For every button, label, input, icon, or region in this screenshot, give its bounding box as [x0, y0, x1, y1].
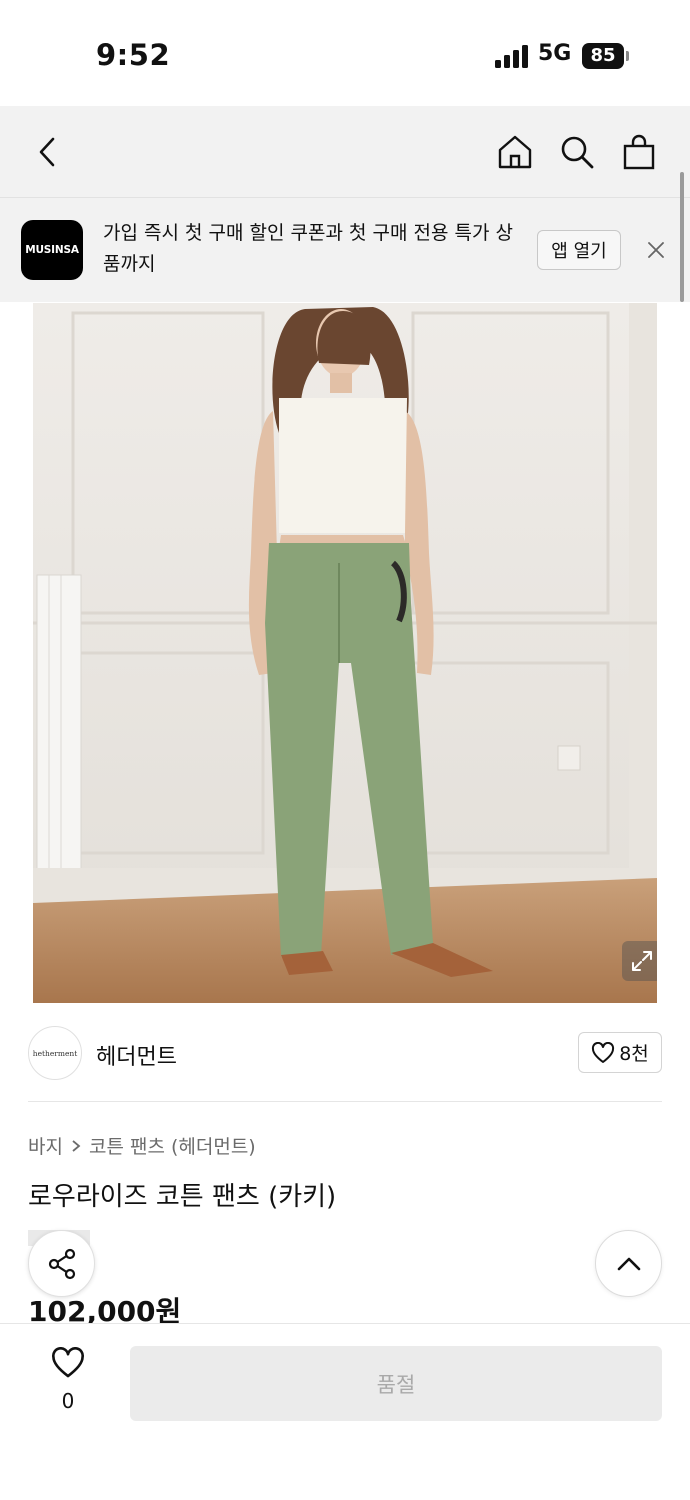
- battery-tip: [626, 51, 629, 61]
- home-icon[interactable]: [493, 130, 537, 174]
- share-icon[interactable]: [28, 1230, 95, 1297]
- brand-name[interactable]: 헤더먼트: [96, 1039, 177, 1071]
- signal-icon: [495, 44, 529, 68]
- brand-like-button[interactable]: 8천: [578, 1032, 662, 1073]
- divider: [28, 1101, 662, 1102]
- app-install-banner: MUSINSA 가입 즉시 첫 구매 할인 쿠폰과 첫 구매 전용 특가 상품까…: [0, 198, 690, 302]
- shopping-bag-icon[interactable]: [617, 130, 661, 174]
- nav-bar: [0, 106, 690, 198]
- brand-logo[interactable]: hetherment: [28, 1026, 82, 1080]
- heart-icon[interactable]: [48, 1344, 88, 1382]
- close-icon[interactable]: [640, 232, 672, 268]
- brand-like-count: 8천: [619, 1043, 649, 1065]
- musinsa-logo: MUSINSA: [21, 220, 83, 280]
- network-type: 5G: [538, 41, 572, 66]
- breadcrumb: 바지 코튼 팬츠 (헤더먼트): [28, 1132, 256, 1159]
- expand-icon[interactable]: [622, 941, 657, 981]
- status-time: 9:52: [96, 38, 171, 72]
- battery-icon: 85: [582, 43, 624, 69]
- heart-icon: [592, 1041, 615, 1063]
- banner-message: 가입 즉시 첫 구매 할인 쿠폰과 첫 구매 전용 특가 상품까지: [103, 222, 513, 275]
- scrollbar[interactable]: [680, 172, 684, 302]
- wish-count: 0: [61, 1389, 75, 1413]
- scroll-top-icon[interactable]: [595, 1230, 662, 1297]
- breadcrumb-category[interactable]: 바지: [28, 1132, 63, 1159]
- status-bar: 9:52 5G 85: [0, 0, 690, 106]
- search-icon[interactable]: [555, 130, 599, 174]
- bottom-action-bar: 0 품절: [0, 1323, 690, 1500]
- sold-out-button[interactable]: 품절: [130, 1346, 662, 1421]
- chevron-right-icon: [72, 1139, 81, 1152]
- back-icon[interactable]: [26, 130, 70, 174]
- product-image[interactable]: [33, 303, 657, 1003]
- open-app-button[interactable]: 앱 열기: [537, 230, 621, 270]
- breadcrumb-subcategory[interactable]: 코튼 팬츠 (헤더먼트): [89, 1132, 256, 1159]
- product-title: 로우라이즈 코튼 팬츠 (카키): [28, 1182, 337, 1212]
